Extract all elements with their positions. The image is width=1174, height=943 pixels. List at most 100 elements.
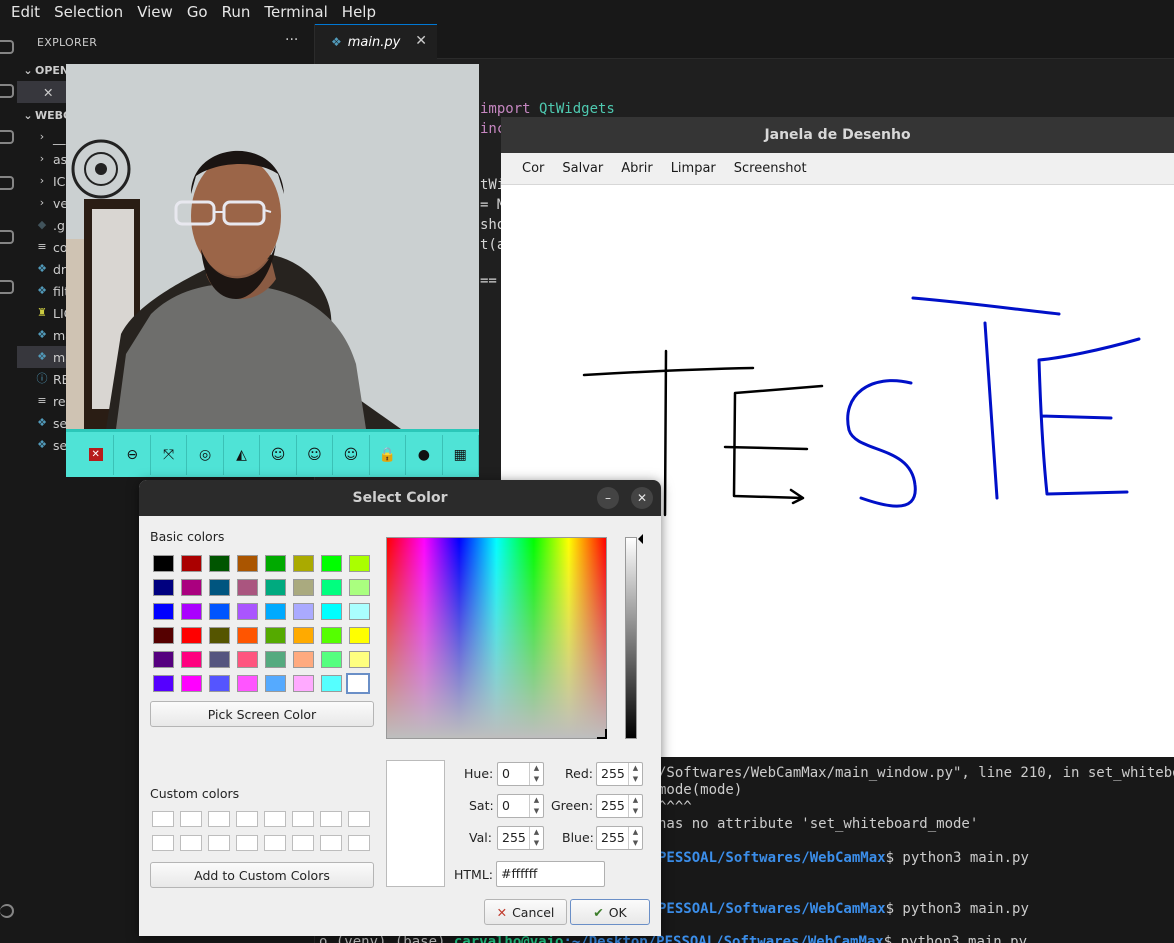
menu-view[interactable]: View bbox=[130, 3, 180, 21]
menu-go[interactable]: Go bbox=[180, 3, 215, 21]
custom-color-swatch[interactable] bbox=[180, 835, 202, 851]
basic-color-swatch[interactable] bbox=[346, 673, 370, 694]
val-spinbox[interactable]: 255 ▲ ▼ bbox=[497, 826, 544, 850]
basic-color-swatch[interactable] bbox=[237, 651, 258, 668]
spin-arrows-icon[interactable]: ▲ ▼ bbox=[529, 795, 543, 817]
drawing-menu-abrir[interactable]: Abrir bbox=[612, 161, 661, 176]
close-icon[interactable]: ✕ bbox=[43, 85, 53, 100]
custom-color-swatch[interactable] bbox=[180, 811, 202, 827]
basic-color-swatch[interactable] bbox=[293, 627, 314, 644]
tab-main-py[interactable]: ❖ main.py ✕ bbox=[315, 24, 437, 59]
drawing-menu-screenshot[interactable]: Screenshot bbox=[725, 161, 816, 176]
basic-color-swatch[interactable] bbox=[265, 603, 286, 620]
basic-color-swatch[interactable] bbox=[265, 627, 286, 644]
sat-spinbox[interactable]: 0 ▲ ▼ bbox=[497, 794, 544, 818]
basic-color-swatch[interactable] bbox=[209, 555, 230, 572]
eye-off-button[interactable]: ◎ bbox=[187, 434, 224, 475]
minus-circle-button[interactable]: ⊖ bbox=[114, 434, 151, 475]
custom-color-swatch[interactable] bbox=[152, 835, 174, 851]
basic-color-swatch[interactable] bbox=[181, 603, 202, 620]
ok-button[interactable]: ✔ OK bbox=[570, 899, 650, 925]
basic-color-swatch[interactable] bbox=[349, 627, 370, 644]
basic-color-swatch[interactable] bbox=[293, 603, 314, 620]
tab-close-icon[interactable]: ✕ bbox=[415, 33, 427, 49]
custom-color-swatch[interactable] bbox=[320, 835, 342, 851]
basic-color-swatch[interactable] bbox=[293, 579, 314, 596]
basic-color-swatch[interactable] bbox=[293, 675, 314, 692]
spin-arrows-icon[interactable]: ▲ ▼ bbox=[628, 795, 642, 817]
green-spinbox[interactable]: 255 ▲ ▼ bbox=[596, 794, 643, 818]
shapes-button[interactable]: ● bbox=[406, 434, 443, 475]
close-box-button[interactable]: ✕ bbox=[78, 434, 115, 475]
basic-color-swatch[interactable] bbox=[181, 651, 202, 668]
face1-button[interactable]: ☺ bbox=[260, 434, 297, 475]
basic-color-swatch[interactable] bbox=[181, 675, 202, 692]
basic-color-swatch[interactable] bbox=[349, 603, 370, 620]
menu-selection[interactable]: Selection bbox=[47, 3, 130, 21]
spin-arrows-icon[interactable]: ▲ ▼ bbox=[628, 827, 642, 849]
spin-arrows-icon[interactable]: ▲ ▼ bbox=[529, 827, 543, 849]
remote-icon[interactable] bbox=[0, 280, 14, 294]
custom-color-swatch[interactable] bbox=[208, 835, 230, 851]
basic-color-swatch[interactable] bbox=[265, 675, 286, 692]
basic-color-swatch[interactable] bbox=[209, 603, 230, 620]
spin-arrows-icon[interactable]: ▲ ▼ bbox=[628, 763, 642, 785]
basic-color-swatch[interactable] bbox=[265, 555, 286, 572]
basic-color-swatch[interactable] bbox=[349, 555, 370, 572]
custom-color-swatch[interactable] bbox=[264, 811, 286, 827]
hue-spinbox[interactable]: 0 ▲ ▼ bbox=[497, 762, 544, 786]
basic-color-swatch[interactable] bbox=[237, 627, 258, 644]
custom-color-swatch[interactable] bbox=[348, 835, 370, 851]
explorer-more-button[interactable]: ··· bbox=[285, 32, 298, 48]
grid-button[interactable]: ▦ bbox=[443, 434, 479, 475]
basic-color-swatch[interactable] bbox=[209, 675, 230, 692]
basic-color-swatch[interactable] bbox=[153, 651, 174, 668]
basic-color-swatch[interactable] bbox=[265, 651, 286, 668]
blue-spinbox[interactable]: 255 ▲ ▼ bbox=[596, 826, 643, 850]
custom-color-swatch[interactable] bbox=[348, 811, 370, 827]
account-icon[interactable] bbox=[0, 904, 14, 918]
custom-color-swatch[interactable] bbox=[152, 811, 174, 827]
basic-color-swatch[interactable] bbox=[153, 555, 174, 572]
menu-help[interactable]: Help bbox=[335, 3, 383, 21]
custom-color-swatch[interactable] bbox=[292, 835, 314, 851]
basic-color-swatch[interactable] bbox=[321, 603, 342, 620]
basic-color-swatch[interactable] bbox=[237, 579, 258, 596]
basic-color-swatch[interactable] bbox=[265, 579, 286, 596]
custom-color-swatch[interactable] bbox=[236, 835, 258, 851]
expand-button[interactable]: ⤧ bbox=[151, 434, 188, 475]
lock-button[interactable]: 🔒 bbox=[370, 434, 407, 475]
mirror-button[interactable]: ◭ bbox=[224, 434, 261, 475]
search-icon[interactable] bbox=[0, 84, 14, 98]
spin-arrows-icon[interactable]: ▲ ▼ bbox=[529, 763, 543, 785]
basic-color-swatch[interactable] bbox=[209, 651, 230, 668]
basic-color-swatch[interactable] bbox=[293, 651, 314, 668]
basic-color-swatch[interactable] bbox=[181, 555, 202, 572]
basic-color-swatch[interactable] bbox=[321, 555, 342, 572]
basic-color-swatch[interactable] bbox=[153, 675, 174, 692]
basic-color-swatch[interactable] bbox=[209, 627, 230, 644]
basic-color-swatch[interactable] bbox=[153, 579, 174, 596]
basic-color-swatch[interactable] bbox=[181, 579, 202, 596]
custom-color-swatch[interactable] bbox=[208, 811, 230, 827]
files-icon[interactable] bbox=[0, 40, 14, 54]
source-control-icon[interactable] bbox=[0, 130, 14, 144]
basic-color-swatch[interactable] bbox=[321, 627, 342, 644]
face2-button[interactable]: ☺ bbox=[297, 434, 334, 475]
custom-color-swatch[interactable] bbox=[236, 811, 258, 827]
basic-color-swatch[interactable] bbox=[181, 627, 202, 644]
html-color-input[interactable]: #ffffff bbox=[496, 861, 605, 887]
run-debug-icon[interactable] bbox=[0, 176, 14, 190]
custom-color-swatch[interactable] bbox=[320, 811, 342, 827]
pick-screen-color-button[interactable]: Pick Screen Color bbox=[150, 701, 374, 727]
drawing-menu-limpar[interactable]: Limpar bbox=[662, 161, 725, 176]
extensions-icon[interactable] bbox=[0, 230, 14, 244]
basic-color-swatch[interactable] bbox=[349, 651, 370, 668]
basic-color-swatch[interactable] bbox=[153, 603, 174, 620]
basic-color-swatch[interactable] bbox=[237, 603, 258, 620]
add-custom-colors-button[interactable]: Add to Custom Colors bbox=[150, 862, 374, 888]
basic-color-swatch[interactable] bbox=[321, 579, 342, 596]
face3-button[interactable]: ☺ bbox=[333, 434, 370, 475]
menu-terminal[interactable]: Terminal bbox=[257, 3, 334, 21]
basic-color-swatch[interactable] bbox=[349, 579, 370, 596]
